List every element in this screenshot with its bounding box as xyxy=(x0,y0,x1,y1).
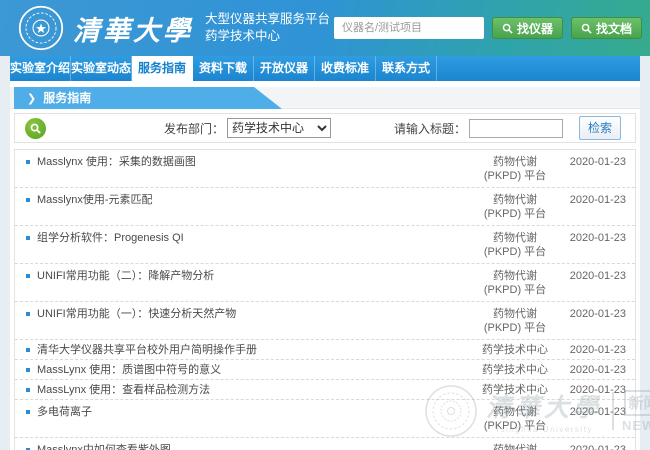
doc-title-link[interactable]: Masslynx 使用：采集的数据画图 xyxy=(24,150,470,173)
search-circle-icon[interactable] xyxy=(25,118,46,139)
doc-category: 药物代谢 (PKPD) 平台 xyxy=(470,438,560,450)
doc-title-link[interactable]: 组学分析软件：Progenesis QI xyxy=(24,226,470,249)
doc-category: 药物代谢 (PKPD) 平台 xyxy=(470,188,560,225)
doc-title-link[interactable]: 清华大学仪器共享平台校外用户简明操作手册 xyxy=(24,340,470,359)
doc-category: 药学技术中心 xyxy=(470,340,560,359)
doc-date: 2020-01-23 xyxy=(560,188,626,211)
bullet-icon xyxy=(26,160,30,164)
bullet-icon xyxy=(26,348,30,352)
doc-date: 2020-01-23 xyxy=(560,340,626,359)
nav-tab-资料下载[interactable]: 资料下载 xyxy=(193,56,254,81)
title-input[interactable] xyxy=(469,119,563,138)
doc-date: 2020-01-23 xyxy=(560,264,626,287)
title-label: 请输入标题： xyxy=(394,120,466,137)
main-content: 实验室介绍实验室动态服务指南资料下载开放仪器收费标准联系方式 ❯服务指南 发布部… xyxy=(10,56,640,450)
breadcrumb-bar: ❯服务指南 xyxy=(10,87,640,109)
breadcrumb[interactable]: ❯服务指南 xyxy=(14,87,282,109)
search-icon xyxy=(502,23,513,34)
nav-tab-联系方式[interactable]: 联系方式 xyxy=(376,56,437,81)
table-row: UNIFI常用功能（一）：快速分析天然产物 药物代谢 (PKPD) 平台 202… xyxy=(15,302,635,340)
doc-title-link[interactable]: UNIFI常用功能（二）：降解产物分析 xyxy=(24,264,470,287)
search-submit-button[interactable]: 检索 xyxy=(579,116,621,140)
doc-date: 2020-01-23 xyxy=(560,150,626,173)
doc-category: 药物代谢 (PKPD) 平台 xyxy=(470,150,560,187)
doc-category: 药学技术中心 xyxy=(470,380,560,399)
search-input[interactable] xyxy=(334,17,484,39)
table-row: 组学分析软件：Progenesis QI 药物代谢 (PKPD) 平台 2020… xyxy=(15,226,635,264)
main-nav: 实验室介绍实验室动态服务指南资料下载开放仪器收费标准联系方式 xyxy=(10,56,640,81)
platform-line2: 药学技术中心 xyxy=(205,28,330,45)
table-row: Masslynx中如何查看紫外图 药物代谢 (PKPD) 平台 2020-01-… xyxy=(15,438,635,450)
doc-category: 药学技术中心 xyxy=(470,360,560,379)
doc-date: 2020-01-23 xyxy=(560,302,626,325)
nav-tab-服务指南[interactable]: 服务指南 xyxy=(132,56,193,81)
nav-tab-实验室动态[interactable]: 实验室动态 xyxy=(71,56,132,81)
doc-title-link[interactable]: MassLynx 使用：查看样品检测方法 xyxy=(24,380,470,399)
doc-title-link[interactable]: UNIFI常用功能（一）：快速分析天然产物 xyxy=(24,302,470,325)
doc-title-link[interactable]: MassLynx 使用：质谱图中符号的意义 xyxy=(24,360,470,379)
table-row: 清华大学仪器共享平台校外用户简明操作手册 药学技术中心 2020-01-23 xyxy=(15,340,635,360)
bullet-icon xyxy=(26,368,30,372)
doc-date: 2020-01-23 xyxy=(560,438,626,450)
tsinghua-seal-icon xyxy=(18,5,64,51)
university-name: 清華大學 xyxy=(73,9,193,48)
title-filter: 请输入标题： 检索 xyxy=(394,116,625,140)
doc-title-link[interactable]: Masslynx使用-元素匹配 xyxy=(24,188,470,211)
bullet-icon xyxy=(26,274,30,278)
nav-tab-开放仪器[interactable]: 开放仪器 xyxy=(254,56,315,81)
header-search: 找仪器 找文档 xyxy=(334,17,642,39)
department-filter: 发布部门： 药学技术中心 xyxy=(164,118,331,138)
nav-tab-实验室介绍[interactable]: 实验室介绍 xyxy=(10,56,71,81)
doc-title-link[interactable]: Masslynx中如何查看紫外图 xyxy=(24,438,470,450)
bullet-icon xyxy=(26,388,30,392)
bullet-icon xyxy=(26,410,30,414)
doc-category: 药物代谢 (PKPD) 平台 xyxy=(470,264,560,301)
bullet-icon xyxy=(26,236,30,240)
doc-title-link[interactable]: 多电荷离子 xyxy=(24,400,470,423)
department-label: 发布部门： xyxy=(164,120,224,137)
find-instrument-button[interactable]: 找仪器 xyxy=(492,17,563,39)
table-row: Masslynx使用-元素匹配 药物代谢 (PKPD) 平台 2020-01-2… xyxy=(15,188,635,226)
table-row: MassLynx 使用：质谱图中符号的意义 药学技术中心 2020-01-23 xyxy=(15,360,635,380)
doc-date: 2020-01-23 xyxy=(560,226,626,249)
find-document-button[interactable]: 找文档 xyxy=(571,17,642,39)
filter-bar: 发布部门： 药学技术中心 请输入标题： 检索 xyxy=(14,113,636,143)
table-row: MassLynx 使用：查看样品检测方法 药学技术中心 2020-01-23 xyxy=(15,380,635,400)
bullet-icon xyxy=(26,312,30,316)
department-select[interactable]: 药学技术中心 xyxy=(227,118,331,138)
platform-title: 大型仪器共享服务平台 药学技术中心 xyxy=(205,11,330,45)
doc-category: 药物代谢 (PKPD) 平台 xyxy=(470,226,560,263)
table-row: UNIFI常用功能（二）：降解产物分析 药物代谢 (PKPD) 平台 2020-… xyxy=(15,264,635,302)
chevron-right-icon: ❯ xyxy=(27,93,36,105)
doc-date: 2020-01-23 xyxy=(560,400,626,423)
bullet-icon xyxy=(26,198,30,202)
document-list: Masslynx 使用：采集的数据画图 药物代谢 (PKPD) 平台 2020-… xyxy=(14,149,636,450)
doc-date: 2020-01-23 xyxy=(560,380,626,399)
search-icon xyxy=(581,23,592,34)
home-logo-link[interactable]: 清華大學 大型仪器共享服务平台 药学技术中心 xyxy=(0,5,330,51)
table-row: 多电荷离子 药物代谢 (PKPD) 平台 2020-01-23 xyxy=(15,400,635,438)
doc-date: 2020-01-23 xyxy=(560,360,626,379)
doc-category: 药物代谢 (PKPD) 平台 xyxy=(470,302,560,339)
doc-category: 药物代谢 (PKPD) 平台 xyxy=(470,400,560,437)
nav-tab-收费标准[interactable]: 收费标准 xyxy=(315,56,376,81)
header: 清華大學 大型仪器共享服务平台 药学技术中心 找仪器 找文档 xyxy=(0,0,650,56)
table-row: Masslynx 使用：采集的数据画图 药物代谢 (PKPD) 平台 2020-… xyxy=(15,150,635,188)
page: 清華大學 大型仪器共享服务平台 药学技术中心 找仪器 找文档 实验室介绍实验室动… xyxy=(0,0,650,450)
platform-line1: 大型仪器共享服务平台 xyxy=(205,11,330,28)
